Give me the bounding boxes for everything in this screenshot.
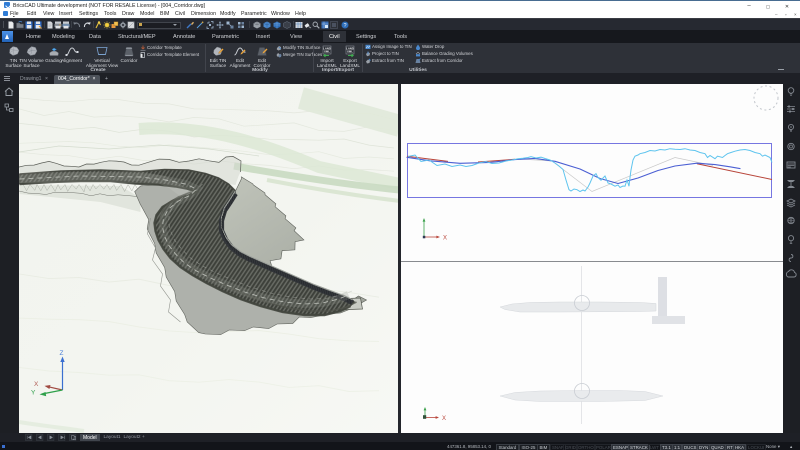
svg-text:Z: Z [59, 350, 63, 357]
svg-text:X: X [34, 381, 39, 388]
svg-text:X: X [443, 236, 447, 242]
svg-text:?: ? [343, 23, 346, 29]
svg-text:XML: XML [324, 49, 330, 53]
svg-text:XML: XML [347, 49, 353, 53]
svg-text:X: X [442, 416, 446, 422]
svg-text:Y: Y [31, 390, 36, 397]
